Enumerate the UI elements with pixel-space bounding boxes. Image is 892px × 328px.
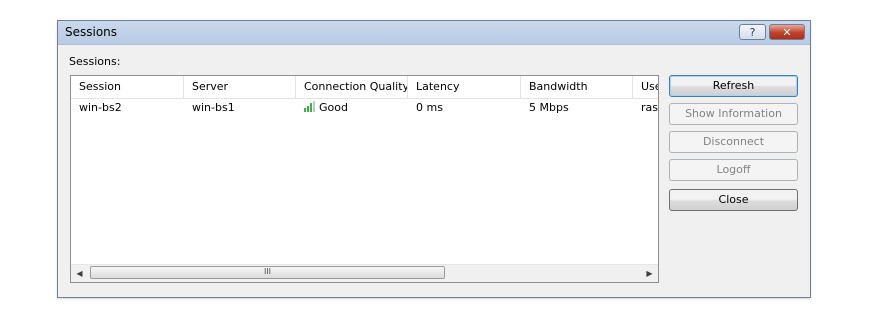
cell-latency: 0 ms <box>416 101 443 114</box>
cell-session: win-bs2 <box>79 101 122 114</box>
window-title: Sessions <box>65 25 118 39</box>
column-header-latency[interactable]: Latency <box>408 76 521 98</box>
sessions-list[interactable]: Session Server Connection Quality Latenc… <box>70 75 659 283</box>
scroll-thumb[interactable]: III <box>90 266 445 279</box>
refresh-button[interactable]: Refresh <box>669 75 798 97</box>
column-header-bandwidth[interactable]: Bandwidth <box>521 76 633 98</box>
cell-connection-quality: Good <box>296 100 408 116</box>
close-button[interactable]: Close <box>669 189 798 211</box>
close-icon: ✕ <box>782 25 792 39</box>
column-header-connection-quality[interactable]: Connection Quality <box>296 76 408 98</box>
quality-label: Good <box>319 101 348 114</box>
cell-user: ras <box>641 101 658 114</box>
help-icon: ? <box>749 25 756 39</box>
horizontal-scrollbar[interactable]: ◀ III ▶ <box>71 264 658 282</box>
signal-strength-icon <box>304 101 315 112</box>
title-bar: Sessions ? ✕ <box>58 21 810 45</box>
list-header: Session Server Connection Quality Latenc… <box>71 76 658 99</box>
cell-bandwidth: 5 Mbps <box>529 101 569 114</box>
show-information-button[interactable]: Show Information <box>669 103 798 125</box>
scroll-right-icon[interactable]: ▶ <box>641 265 658 282</box>
scroll-left-icon[interactable]: ◀ <box>71 265 88 282</box>
table-row[interactable]: win-bs2 win-bs1 Good 0 ms 5 Mbps ras <box>71 100 658 116</box>
sessions-dialog: Sessions ? ✕ Sessions: Session Server Co… <box>57 20 811 298</box>
disconnect-button[interactable]: Disconnect <box>669 131 798 153</box>
column-header-server[interactable]: Server <box>184 76 296 98</box>
column-header-user[interactable]: Use <box>633 76 658 98</box>
column-header-session[interactable]: Session <box>71 76 184 98</box>
window-close-button[interactable]: ✕ <box>769 24 805 40</box>
sessions-label: Sessions: <box>69 55 121 68</box>
cell-server: win-bs1 <box>192 101 235 114</box>
logoff-button[interactable]: Logoff <box>669 159 798 181</box>
help-button[interactable]: ? <box>739 24 766 40</box>
